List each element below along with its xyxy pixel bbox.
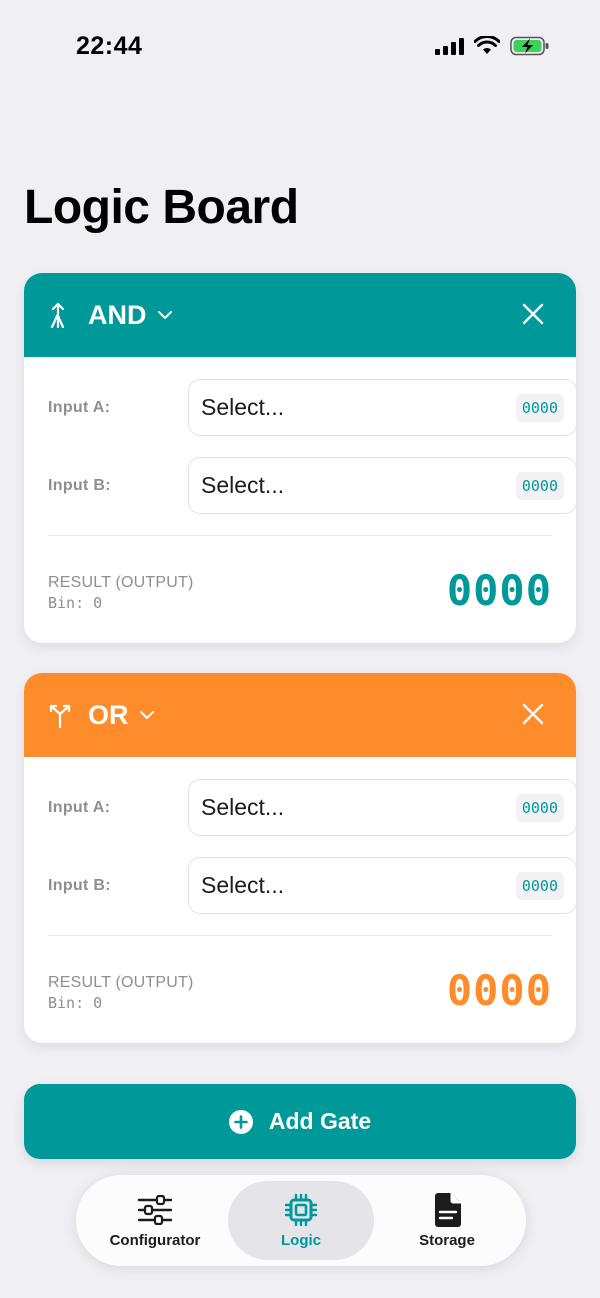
input-b-label: Input B: <box>48 476 111 494</box>
input-b-label: Input B: <box>48 876 111 894</box>
chevron-down-icon[interactable] <box>157 310 173 320</box>
chip-icon <box>283 1192 319 1228</box>
result-label: RESULT (OUTPUT) <box>48 574 194 591</box>
status-icons <box>435 36 550 56</box>
hex-value-badge: 0000 <box>515 871 564 900</box>
input-row-b: Input B: Select... 0000 <box>48 857 576 914</box>
wifi-icon <box>474 36 500 54</box>
input-b-select[interactable]: Select... 0000 <box>188 857 576 914</box>
result-hex-value: 0000 <box>446 566 552 615</box>
input-a-label: Input A: <box>48 798 111 816</box>
gate-header: OR <box>24 673 576 757</box>
input-a-select[interactable]: Select... 0000 <box>188 379 576 436</box>
battery-charging-icon <box>510 36 549 56</box>
tab-label: Configurator <box>109 1232 201 1249</box>
tab-label: Storage <box>419 1232 475 1249</box>
input-b-select[interactable]: Select... 0000 <box>188 457 576 514</box>
tab-bar: Configurator Logic Storage <box>76 1175 526 1266</box>
tab-configurator[interactable]: Configurator <box>82 1181 228 1260</box>
select-placeholder: Select... <box>201 794 285 820</box>
add-gate-label: Add Gate <box>268 1108 372 1134</box>
hex-value-badge: 0000 <box>515 393 564 422</box>
close-icon[interactable] <box>522 703 544 725</box>
close-icon[interactable] <box>522 303 544 325</box>
add-gate-button[interactable]: Add Gate <box>24 1084 576 1159</box>
gate-card-and: AND Input A: Select... 0000 Input B: Sel… <box>24 273 576 643</box>
input-a-select[interactable]: Select... 0000 <box>188 779 576 836</box>
select-placeholder: Select... <box>201 394 285 420</box>
gate-type-selector[interactable]: OR <box>88 700 129 731</box>
status-bar: 22:44 <box>0 0 600 100</box>
status-time: 22:44 <box>76 32 143 60</box>
gate-card-or: OR Input A: Select... 0000 Input B: Sele… <box>24 673 576 1043</box>
input-a-label: Input A: <box>48 398 111 416</box>
hex-value-badge: 0000 <box>515 471 564 500</box>
plus-circle-icon <box>228 1109 253 1134</box>
result-binary: Bin: 0 <box>48 594 103 612</box>
tab-storage[interactable]: Storage <box>374 1181 520 1260</box>
result-row: RESULT (OUTPUT) Bin: 0 0000 <box>48 536 552 643</box>
tab-logic[interactable]: Logic <box>228 1181 374 1260</box>
merge-arrow-icon <box>48 302 72 328</box>
gate-type-selector[interactable]: AND <box>88 300 147 331</box>
hex-value-badge: 0000 <box>515 793 564 822</box>
gate-header: AND <box>24 273 576 357</box>
gate-body: Input A: Select... 0000 Input B: Select.… <box>24 779 576 1043</box>
input-row-b: Input B: Select... 0000 <box>48 457 576 514</box>
input-row-a: Input A: Select... 0000 <box>48 379 576 436</box>
select-placeholder: Select... <box>201 472 285 498</box>
result-hex-value: 0000 <box>446 966 552 1015</box>
sliders-icon <box>137 1192 173 1228</box>
page-title: Logic Board <box>24 181 299 234</box>
split-arrow-icon <box>48 702 72 728</box>
chevron-down-icon[interactable] <box>139 710 155 720</box>
result-row: RESULT (OUTPUT) Bin: 0 0000 <box>48 936 552 1043</box>
select-placeholder: Select... <box>201 872 285 898</box>
result-binary: Bin: 0 <box>48 994 103 1012</box>
cellular-signal-icon <box>435 37 464 55</box>
tab-label: Logic <box>281 1232 321 1249</box>
result-label: RESULT (OUTPUT) <box>48 974 194 991</box>
input-row-a: Input A: Select... 0000 <box>48 779 576 836</box>
document-icon <box>429 1192 465 1228</box>
gate-body: Input A: Select... 0000 Input B: Select.… <box>24 379 576 643</box>
